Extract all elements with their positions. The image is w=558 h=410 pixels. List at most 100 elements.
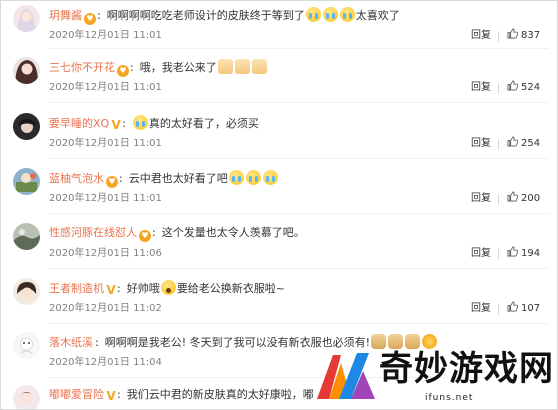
colon: : [95,336,99,349]
divider [498,31,499,42]
username-link[interactable]: 三七你不开花 [49,61,115,74]
reply-button[interactable]: 回复 [471,247,491,261]
like-button[interactable]: 200 [507,191,540,207]
avatar[interactable] [13,385,40,409]
reply-button[interactable]: 回复 [471,29,491,43]
username-link[interactable]: 性感河豚在线怼人 [49,226,137,239]
reply-button[interactable]: 回复 [471,81,491,95]
comment-line: 王者制造机 V: 好帅哦 要给老公换新衣服啦~ [49,280,285,296]
comment-item: 蓝柚气泡水 ♥: 云中君也太好看了吧 2020年12月01日 11:01 回复 20… [1,168,557,214]
comment-line: 蓝柚气泡水 ♥: 云中君也太好看了吧 [49,170,279,188]
colon: : [119,172,123,185]
heart-badge-icon: ♥ [117,65,129,77]
comment-item: 要早睡的XQ V: 真的太好看了，必须买 2020年12月01日 11:01 回复 … [1,113,557,159]
cat-emoji-icon [217,59,233,74]
avatar[interactable] [13,278,40,305]
heart-badge-icon: ♥ [106,176,118,188]
timestamp: 2020年12月01日 11:01 [49,82,162,93]
comment-text: 我们云中君的新皮肤真的太好康啦，嘟 [126,388,314,401]
comment-text: 哦，我老公来了 [139,61,217,74]
like-button[interactable]: 107 [507,301,540,317]
crying-emoji-icon [132,115,148,130]
thumbs-up-icon [507,80,519,91]
crying-emoji-icon [305,7,321,22]
watermark-url: ifuns.net [425,393,474,403]
avatar[interactable] [13,113,40,140]
avatar[interactable] [13,5,40,32]
timestamp: 2020年12月01日 11:01 [49,193,162,204]
like-count: 837 [521,30,541,41]
verified-v-icon: V [106,283,116,297]
site-logo-icon [317,353,375,399]
crying-emoji-icon [339,7,355,22]
like-count: 107 [521,303,541,314]
divider [498,304,499,315]
like-button[interactable]: 194 [507,246,540,262]
avatar[interactable] [13,223,40,250]
colon: : [122,117,126,130]
divider [498,139,499,150]
like-button[interactable]: 254 [507,136,540,152]
comment-text: 这个发量也太令人羡慕了吧。 [161,226,305,239]
comment-line: 三七你不开花 ♥: 哦，我老公来了 [49,59,268,77]
comment-line: 玥舞酱 ♥: 啊啊啊啊吃吃老师设计的皮肤终于等到了 太喜欢了 [49,7,400,25]
crying-emoji-icon [262,170,278,185]
reply-button[interactable]: 回复 [471,137,491,151]
comment-text: 啊啊啊啊吃吃老师设计的皮肤终于等到了 [106,9,305,22]
watermark-title: 奇妙游戏网 [379,349,554,389]
shocked-emoji-icon [160,280,176,295]
reply-button[interactable]: 回复 [471,302,491,316]
thumbs-up-icon [507,136,519,147]
comment-text: 云中君也太好看了吧 [128,172,228,185]
heart-badge-icon: ♥ [139,230,151,242]
heart-badge-icon: ♥ [84,13,96,25]
comment-text-2: 真的太好看了，必须买 [148,117,259,130]
divider [498,83,499,94]
comment-line: 嘟嘟爱冒险 V: 我们云中君的新皮肤真的太好康啦，嘟 [49,387,314,403]
username-link[interactable]: 蓝柚气泡水 [49,172,104,185]
like-button[interactable]: 837 [507,28,540,44]
username-link[interactable]: 王者制造机 [49,282,104,295]
avatar[interactable] [13,332,40,359]
comment-text-2: 太喜欢了 [355,9,400,22]
like-count: 194 [521,248,541,259]
timestamp: 2020年12月01日 11:06 [49,248,162,259]
thumbs-up-icon [507,28,519,39]
comment-item: 性感河豚在线怼人 ♥: 这个发量也太令人羡慕了吧。 2020年12月01日 11:0… [1,223,557,269]
divider [498,249,499,260]
verified-v-icon: V [106,389,116,403]
username-link[interactable]: 要早睡的XQ [49,117,109,130]
verified-v-icon: V [111,118,121,132]
colon: : [117,388,121,401]
reply-button[interactable]: 回复 [471,192,491,206]
cat-emoji-icon [251,59,267,74]
divider [498,194,499,205]
avatar[interactable] [13,57,40,84]
colon: : [152,226,156,239]
like-count: 524 [521,82,541,93]
timestamp: 2020年12月01日 11:01 [49,30,162,41]
like-button[interactable]: 524 [507,80,540,96]
username-link[interactable]: 玥舞酱 [49,9,82,22]
username-link[interactable]: 落木纸溪 [49,336,93,349]
comment-text-2: 要给老公换新衣服啦~ [176,282,285,295]
like-count: 254 [521,138,541,149]
comment-text: 好帅哦 [126,282,160,295]
colon: : [97,9,101,22]
comment-line: 要早睡的XQ V: 真的太好看了，必须买 [49,115,259,131]
site-watermark: 奇妙游戏网 ifuns.net [307,345,557,409]
colon: : [117,282,121,295]
cat-emoji-icon [234,59,250,74]
comment-item: 玥舞酱 ♥: 啊啊啊啊吃吃老师设计的皮肤终于等到了 太喜欢了 2020年12月01日 … [1,5,557,49]
avatar[interactable] [13,168,40,195]
crying-emoji-icon [322,7,338,22]
username-link[interactable]: 嘟嘟爱冒险 [49,388,104,401]
comment-list: 玥舞酱 ♥: 啊啊啊啊吃吃老师设计的皮肤终于等到了 太喜欢了 2020年12月01日 … [0,0,558,410]
comment-item: 王者制造机 V: 好帅哦 要给老公换新衣服啦~ 2020年12月01日 11:02 回… [1,278,557,324]
timestamp: 2020年12月01日 11:04 [49,357,162,368]
comment-line: 性感河豚在线怼人 ♥: 这个发量也太令人羡慕了吧。 [49,225,305,242]
timestamp: 2020年12月01日 11:02 [49,303,162,314]
thumbs-up-icon [507,301,519,312]
comment-item: 三七你不开花 ♥: 哦，我老公来了 2020年12月01日 11:01 回复 524 [1,57,557,103]
thumbs-up-icon [507,246,519,257]
